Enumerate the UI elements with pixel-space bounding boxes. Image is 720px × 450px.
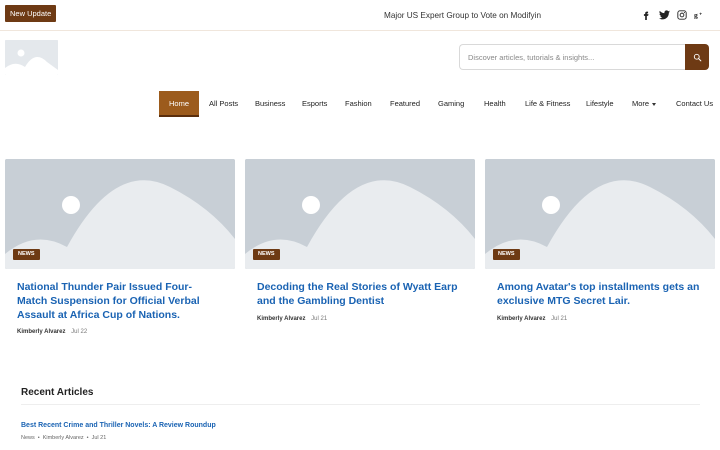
author-name[interactable]: Kimberly Alvarez	[497, 316, 545, 322]
separator-dot: •	[37, 435, 40, 441]
twitter-icon[interactable]	[657, 8, 671, 22]
category-badge[interactable]: NEWS	[253, 249, 280, 260]
article-title[interactable]: Decoding the Real Stories of Wyatt Earp …	[257, 280, 462, 308]
article-image-placeholder[interactable]: NEWS	[485, 159, 715, 269]
svg-text:g: g	[694, 10, 698, 19]
recent-article-category[interactable]: News	[21, 435, 35, 441]
nav-gaming[interactable]: Gaming	[438, 91, 464, 117]
nav-all-posts[interactable]: All Posts	[209, 91, 238, 117]
article-card[interactable]: NEWS Among Avatar's top installments get…	[485, 159, 715, 322]
instagram-icon[interactable]	[675, 8, 689, 22]
site-logo[interactable]	[5, 40, 58, 75]
nav-home[interactable]: Home	[159, 91, 199, 117]
article-card[interactable]: NEWS National Thunder Pair Issued Four-M…	[5, 159, 235, 335]
search-icon	[693, 53, 701, 61]
facebook-icon[interactable]	[639, 8, 653, 22]
search-box	[459, 44, 685, 70]
author-name[interactable]: Kimberly Alvarez	[17, 329, 65, 335]
nav-health[interactable]: Health	[484, 91, 506, 117]
nav-business[interactable]: Business	[255, 91, 285, 117]
google-plus-icon[interactable]: g +	[693, 8, 707, 22]
section-heading-recent-articles: Recent Articles	[21, 387, 94, 398]
article-date: Jul 21	[551, 316, 568, 322]
nav-more-label: More	[632, 99, 650, 108]
nav-contact-us[interactable]: Contact Us	[676, 91, 713, 117]
nav-esports[interactable]: Esports	[302, 91, 327, 117]
recent-article-title[interactable]: Best Recent Crime and Thriller Novels: A…	[21, 422, 216, 429]
nav-lifestyle[interactable]: Lifestyle	[586, 91, 614, 117]
article-date: Jul 22	[71, 329, 88, 335]
category-badge[interactable]: NEWS	[13, 249, 40, 260]
article-card[interactable]: NEWS Decoding the Real Stories of Wyatt …	[245, 159, 475, 322]
article-image-placeholder[interactable]: NEWS	[5, 159, 235, 269]
nav-fashion[interactable]: Fashion	[345, 91, 372, 117]
news-ticker[interactable]: Major US Expert Group to Vote on Modifyi…	[384, 11, 541, 20]
separator-dot: •	[86, 435, 89, 441]
nav-featured[interactable]: Featured	[390, 91, 420, 117]
article-meta: Kimberly Alvarez Jul 21	[257, 316, 327, 322]
category-badge[interactable]: NEWS	[493, 249, 520, 260]
recent-article-author[interactable]: Kimberly Alvarez	[43, 435, 84, 441]
article-title[interactable]: National Thunder Pair Issued Four-Match …	[17, 280, 222, 322]
article-title[interactable]: Among Avatar's top installments gets an …	[497, 280, 702, 308]
search-input[interactable]	[460, 45, 685, 69]
recent-article-date: Jul 21	[91, 435, 107, 441]
nav-more[interactable]: More	[632, 91, 657, 117]
new-update-badge: New Update	[5, 5, 57, 22]
article-date: Jul 21	[311, 316, 328, 322]
article-meta: Kimberly Alvarez Jul 21	[497, 316, 567, 322]
search-button[interactable]	[685, 44, 709, 70]
nav-life-fitness[interactable]: Life & Fitness	[525, 91, 570, 117]
top-bar: New Update Major US Expert Group to Vote…	[0, 0, 720, 31]
chevron-down-icon	[652, 102, 657, 106]
divider	[21, 404, 700, 405]
article-image-placeholder[interactable]: NEWS	[245, 159, 475, 269]
svg-text:+: +	[699, 12, 702, 17]
article-meta: Kimberly Alvarez Jul 22	[17, 329, 87, 335]
recent-article-meta: News • Kimberly Alvarez • Jul 21	[21, 435, 106, 441]
author-name[interactable]: Kimberly Alvarez	[257, 316, 305, 322]
